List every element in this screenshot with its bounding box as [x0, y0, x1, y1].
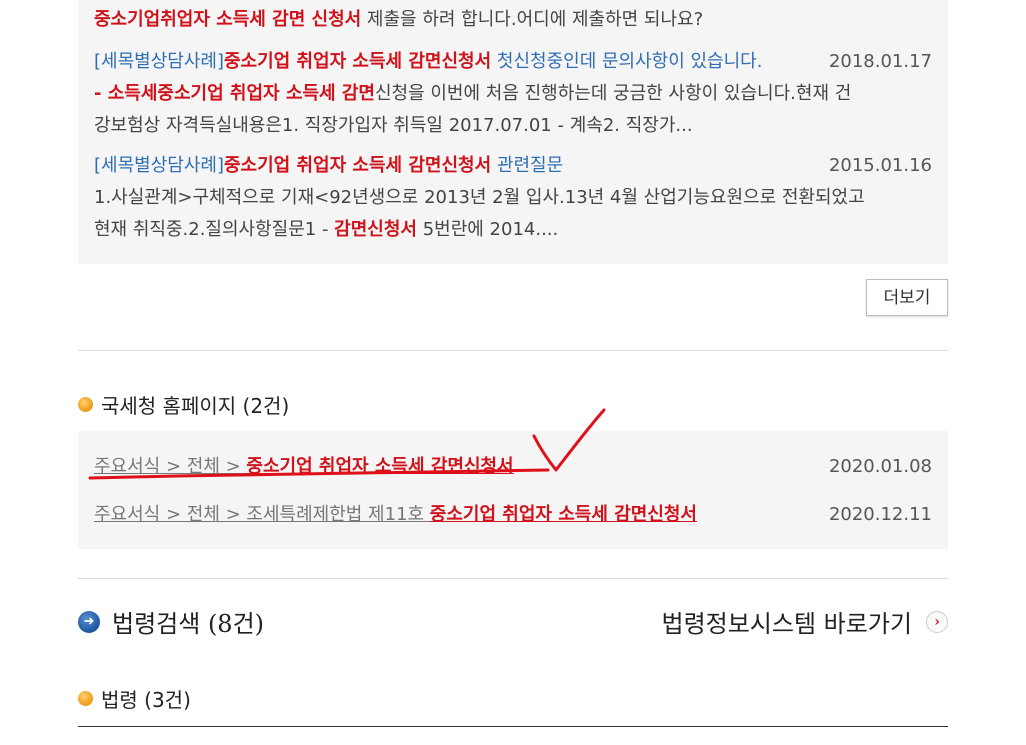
- consult-results-box: 중소기업취업자 소득세 감면 신청서 제출을 하려 합니다.어디에 제출하면 되…: [78, 0, 948, 264]
- arrow-right-icon: ➜: [78, 610, 100, 633]
- law-subsection-title: 법령 (3건): [78, 684, 191, 713]
- bullet-icon: [78, 397, 93, 412]
- bullet-icon: [78, 691, 93, 706]
- chevron-right-icon: ›: [926, 610, 948, 633]
- result-date: 2020.01.08: [828, 456, 932, 477]
- result-item: [세목별상담사례]중소기업 취업자 소득세 감면신청서 첫신청중인데 문의사항이…: [94, 46, 932, 142]
- result-item: [세목별상담사례]중소기업 취업자 소득세 감면신청서 관련질문 2015.01…: [94, 150, 932, 246]
- law-search-title: ➜ 법령검색 (8건): [78, 604, 264, 639]
- result-snippet: - 소득세중소기업 취업자 소득세 감면신청을 이번에 처음 진행하는데 궁금한…: [94, 83, 852, 136]
- more-button[interactable]: 더보기: [866, 279, 948, 316]
- result-snippet: 1.사실관계>구체적으로 기재<92년생으로 2013년 2월 입사.13년 4…: [94, 187, 865, 240]
- result-snippet-top: 중소기업취업자 소득세 감면 신청서 제출을 하려 합니다.어디에 제출하면 되…: [94, 9, 704, 30]
- result-date: 2015.01.16: [828, 155, 932, 176]
- result-date: 2020.12.11: [828, 504, 932, 525]
- result-title-link[interactable]: [세목별상담사례]중소기업 취업자 소득세 감면신청서 첫신청중인데 문의사항이…: [94, 46, 932, 78]
- divider: [78, 350, 948, 351]
- result-title-link[interactable]: [세목별상담사례]중소기업 취업자 소득세 감면신청서 관련질문 2015.01…: [94, 150, 932, 182]
- nts-section-title: 국세청 홈페이지 (2건): [78, 390, 289, 419]
- law-system-link[interactable]: 법령정보시스템 바로가기 ›: [661, 604, 948, 639]
- divider: [78, 578, 948, 579]
- result-date: 2018.01.17: [828, 51, 932, 72]
- nts-result-row[interactable]: 주요서식 > 전체 > 중소기업 취업자 소득세 감면신청서 2020.01.0…: [94, 443, 932, 491]
- divider: [78, 726, 948, 727]
- nts-result-row[interactable]: 주요서식 > 전체 > 조세특례제한법 제11호 중소기업 취업자 소득세 감면…: [94, 491, 932, 539]
- nts-results-box: 주요서식 > 전체 > 중소기업 취업자 소득세 감면신청서 2020.01.0…: [78, 431, 948, 549]
